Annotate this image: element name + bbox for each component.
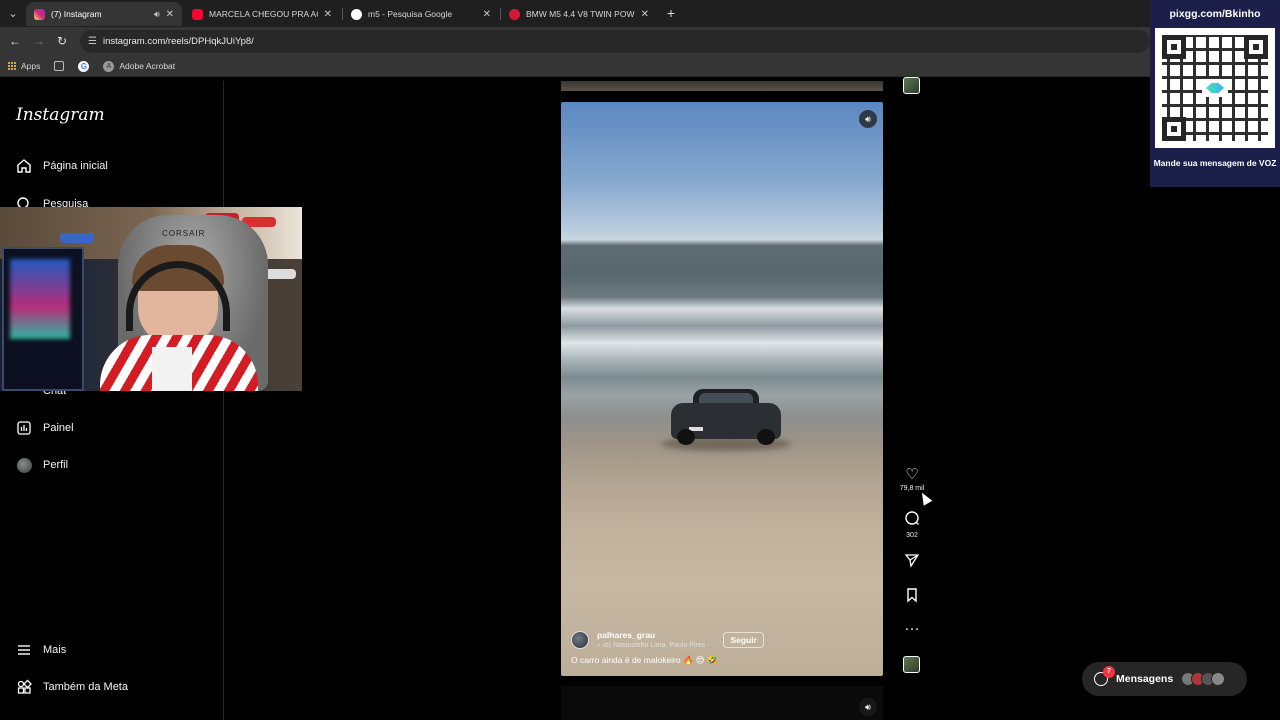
webcam-overlay: CORSAIR <box>0 207 302 391</box>
tab-title: m5 - Pesquisa Google <box>368 9 453 19</box>
comment-icon <box>896 510 928 530</box>
qr-caption: Mande sua mensagem de VOZ <box>1153 158 1277 168</box>
messages-label: Mensagens <box>1116 673 1174 685</box>
sidebar-item-label: Perfil <box>43 459 69 471</box>
shirt-center <box>152 347 192 391</box>
acrobat-icon: A <box>103 60 115 72</box>
bookmark-label: Apps <box>21 61 41 71</box>
new-tab-button[interactable]: + <box>664 5 678 21</box>
tab-title: BMW M5 4.4 V8 TWIN POWER <box>526 9 635 19</box>
address-bar[interactable]: ☰ instagram.com/reels/DPHqkJUiYp8/ <box>80 30 1150 53</box>
toy-car <box>60 233 94 243</box>
instagram-favicon-icon <box>34 8 45 20</box>
sidebar-item-label: Página inicial <box>43 160 108 172</box>
meta-grid-icon <box>16 679 32 695</box>
close-tab-icon[interactable]: ✕ <box>483 9 491 20</box>
save-button[interactable] <box>896 587 928 607</box>
sidebar-item-label: Também da Meta <box>43 681 128 693</box>
site-favicon-icon <box>509 8 520 20</box>
qr-title: pixgg.com/Bkinho <box>1169 8 1261 20</box>
donation-qr-card: pixgg.com/Bkinho Mande sua mensagem de V… <box>1150 0 1280 187</box>
bookmarks-bar: Apps G A Adobe Acrobat <box>0 56 1280 77</box>
comments-count: 302 <box>906 532 918 539</box>
tab-strip: ⌄ (7) Instagram 🔊︎ ✕ MARCELA CHEGOU PRA … <box>0 0 1280 27</box>
google-favicon-icon <box>351 8 362 20</box>
send-icon <box>896 552 928 572</box>
apps-grid-icon <box>8 62 16 70</box>
messenger-icon: 7 <box>1094 666 1115 686</box>
audio-thumbnail[interactable] <box>903 656 920 673</box>
tab-google-search[interactable]: m5 - Pesquisa Google ✕ <box>343 2 499 26</box>
author-name[interactable]: palhares_grau <box>597 630 709 640</box>
dashboard-icon <box>16 420 32 436</box>
back-icon[interactable]: ← <box>7 33 23 49</box>
browser-toolbar: ← → ↻ ☰ instagram.com/reels/DPHqkJUiYp8/ <box>0 27 1280 56</box>
bookmark-google[interactable]: G <box>78 60 90 72</box>
bookmark-icon <box>896 587 928 607</box>
sidebar-item-profile[interactable]: Perfil <box>16 455 68 475</box>
tab-title: (7) Instagram <box>51 9 102 19</box>
google-icon: G <box>78 60 90 72</box>
unread-badge: 7 <box>1103 666 1115 678</box>
previous-audio-thumbnail[interactable] <box>903 77 920 94</box>
close-tab-icon[interactable]: ✕ <box>324 9 332 20</box>
reel-caption: O carro ainda é de malokeiro 🔥 😍 🤣 <box>571 655 718 665</box>
home-icon <box>16 158 32 174</box>
messages-button[interactable]: 7 Mensagens <box>1082 662 1247 696</box>
close-tab-icon[interactable]: ✕ <box>166 9 174 20</box>
bookmark-label: Adobe Acrobat <box>119 61 176 71</box>
follow-button[interactable]: Seguir <box>723 631 764 648</box>
sidebar-item-more[interactable]: Mais <box>16 640 66 660</box>
share-button[interactable] <box>896 552 928 572</box>
instagram-logo[interactable]: Instagram <box>16 105 105 125</box>
like-button[interactable]: ♡ 79,8 mil <box>896 466 928 493</box>
more-dots-icon: ··· <box>904 620 920 637</box>
author-avatar[interactable] <box>571 630 589 649</box>
forward-icon[interactable]: → <box>31 33 47 49</box>
more-options-button[interactable]: ··· <box>896 621 928 637</box>
site-info-icon[interactable]: ☰ <box>88 36 97 47</box>
bookmark-tab-groups[interactable] <box>54 61 65 71</box>
instagram-page: Instagram Página inicial Pesquisa Chat P… <box>0 77 1280 720</box>
qr-code <box>1155 28 1275 148</box>
reload-icon[interactable]: ↻ <box>54 33 70 49</box>
tab-bmw[interactable]: BMW M5 4.4 V8 TWIN POWER ✕ <box>501 2 657 26</box>
tab-groups-icon <box>54 61 65 71</box>
tab-youtube[interactable]: MARCELA CHEGOU PRA AGILIZ ✕ <box>184 2 340 26</box>
tab-title: MARCELA CHEGOU PRA AGILIZ <box>209 9 318 19</box>
speaker-icon[interactable]: 🔊︎ <box>154 9 160 20</box>
youtube-favicon-icon <box>192 8 203 20</box>
sound-toggle-icon[interactable]: 🔊︎ <box>859 698 877 716</box>
sidebar-item-label: Painel <box>43 422 74 434</box>
avatar <box>16 457 32 473</box>
close-tab-icon[interactable]: ✕ <box>641 9 649 20</box>
comment-button[interactable]: 302 <box>896 510 928 539</box>
bookmark-apps[interactable]: Apps <box>8 61 40 71</box>
pix-logo-icon <box>1202 79 1228 97</box>
reel-actions: ♡ 79,8 mil 302 ··· <box>896 77 928 720</box>
suv-car <box>671 389 781 445</box>
heart-icon: ♡ <box>905 466 919 483</box>
avatar <box>1211 672 1226 686</box>
audio-track[interactable]: ♪ ɹo) Natanzinho Lima, Paulo Pires · <box>597 642 709 649</box>
tab-instagram[interactable]: (7) Instagram 🔊︎ ✕ <box>26 2 182 26</box>
sidebar-item-home[interactable]: Página inicial <box>16 156 108 176</box>
next-reel-edge[interactable]: 🔊︎ <box>561 686 883 720</box>
bookmark-adobe-acrobat[interactable]: A Adobe Acrobat <box>103 60 176 72</box>
sound-toggle-icon[interactable]: 🔊︎ <box>859 110 877 128</box>
rgb-lights <box>10 259 70 339</box>
reel-video[interactable]: 🔊︎ palhares_grau ♪ ɹo) Natanzinho Lima, … <box>561 102 883 676</box>
chair-brand-logo: CORSAIR <box>162 229 206 238</box>
sidebar-item-label: Mais <box>43 644 67 656</box>
reel-meta: palhares_grau ♪ ɹo) Natanzinho Lima, Pau… <box>571 630 871 666</box>
previous-reel-edge[interactable] <box>561 81 883 91</box>
message-avatars <box>1181 672 1226 686</box>
tab-search-button[interactable]: ⌄ <box>4 5 22 23</box>
menu-icon <box>16 642 32 658</box>
sidebar: Instagram Página inicial Pesquisa Chat P… <box>0 81 224 720</box>
sidebar-item-also-from-meta[interactable]: Também da Meta <box>16 677 128 697</box>
sidebar-item-dashboard[interactable]: Painel <box>16 418 74 438</box>
url-text: instagram.com/reels/DPHqkJUiYp8/ <box>102 36 254 47</box>
